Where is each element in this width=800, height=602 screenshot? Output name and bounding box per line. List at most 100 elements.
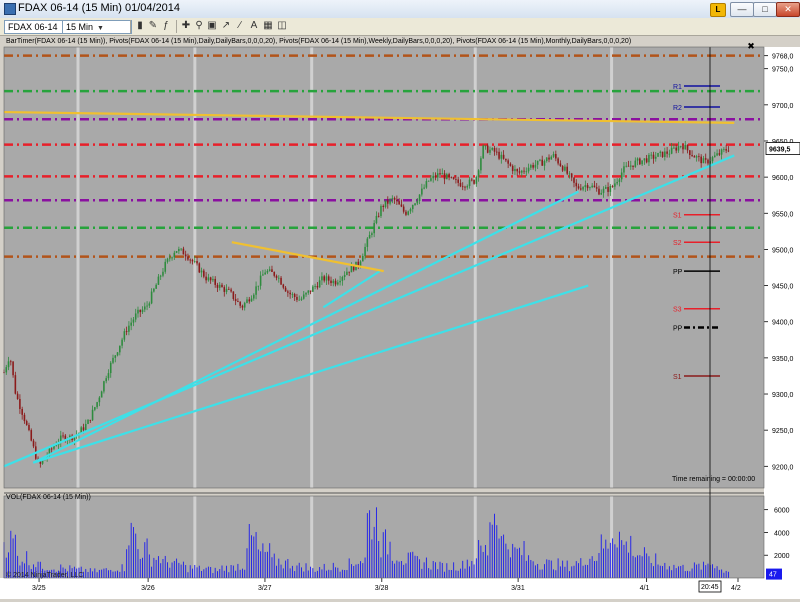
candle-body bbox=[525, 171, 528, 173]
candle-body bbox=[323, 276, 325, 281]
data-box-icon[interactable]: ◫ bbox=[276, 20, 288, 32]
minimize-button[interactable]: — bbox=[730, 2, 754, 17]
candle-body bbox=[141, 309, 144, 313]
session-separator bbox=[310, 47, 314, 488]
candle-body bbox=[423, 187, 425, 189]
candle-body bbox=[5, 367, 8, 373]
candle-body bbox=[203, 270, 205, 277]
candle-body bbox=[327, 276, 330, 281]
candle-body bbox=[450, 176, 453, 178]
session-separator bbox=[193, 47, 197, 488]
candle-body bbox=[243, 302, 246, 308]
candle-body bbox=[273, 271, 276, 276]
candle-body bbox=[498, 151, 500, 159]
candle-body bbox=[595, 187, 598, 189]
candle-body bbox=[604, 187, 607, 189]
candle-body bbox=[568, 173, 571, 175]
candle-body bbox=[561, 166, 564, 171]
candle-body bbox=[414, 203, 416, 206]
candle-body bbox=[214, 278, 216, 285]
candle-body bbox=[30, 430, 33, 441]
chart-toolbar: FDAX 06-14 15 Min ▼ ▮ ✎ ƒ ✚ ⚲ ▣ ↗ ∕ A ▦ ◫ bbox=[0, 18, 800, 36]
candle-body bbox=[614, 183, 616, 187]
candle-body bbox=[650, 154, 653, 156]
candle-body bbox=[720, 149, 723, 155]
interval-selector[interactable]: 15 Min ▼ bbox=[62, 20, 132, 34]
volume-tick-label: 4000 bbox=[774, 530, 790, 537]
candle-body bbox=[557, 158, 559, 164]
properties-icon[interactable]: ▣ bbox=[206, 20, 218, 32]
candle-body bbox=[491, 148, 494, 150]
candle-body bbox=[305, 292, 307, 295]
candle-body bbox=[309, 290, 312, 292]
candle-body bbox=[386, 200, 389, 204]
candle-body bbox=[400, 204, 403, 207]
maximize-button[interactable]: □ bbox=[753, 2, 777, 17]
candle bbox=[657, 152, 659, 157]
candle-body bbox=[670, 147, 673, 154]
candle-body bbox=[573, 177, 575, 183]
candle-body bbox=[109, 362, 112, 374]
pivot-label: S3 bbox=[673, 307, 682, 314]
candle-body bbox=[484, 145, 487, 147]
date-tick-label: 3/31 bbox=[511, 585, 525, 592]
candle-body bbox=[343, 274, 346, 277]
chart-area[interactable]: R1R2S1S2PPS3PPS19768,09750,09700,09650,0… bbox=[0, 35, 800, 599]
candle-body bbox=[432, 175, 435, 179]
candle bbox=[30, 428, 33, 442]
candle-body bbox=[19, 398, 21, 409]
candle-body bbox=[654, 156, 657, 159]
candle-body bbox=[564, 166, 566, 171]
candle-body bbox=[607, 187, 609, 192]
session-separator bbox=[610, 47, 614, 488]
candle-body bbox=[634, 160, 637, 167]
candle-body bbox=[600, 192, 603, 195]
candle-body bbox=[430, 178, 432, 181]
candle-body bbox=[187, 256, 189, 260]
line-tool-icon[interactable]: ∕ bbox=[234, 20, 246, 32]
price-tick-label: 9250,0 bbox=[772, 428, 794, 435]
last-volume-label: 47 bbox=[769, 572, 777, 579]
text-tool-icon[interactable]: A bbox=[248, 20, 260, 32]
candle-body bbox=[641, 160, 643, 165]
candle-body bbox=[586, 185, 589, 189]
indicator-icon[interactable]: ƒ bbox=[160, 20, 172, 32]
candle-body bbox=[580, 188, 582, 190]
price-chart[interactable]: R1R2S1S2PPS3PPS19768,09750,09700,09650,0… bbox=[0, 35, 800, 599]
candle-body bbox=[321, 276, 323, 281]
candle-body bbox=[405, 211, 407, 215]
price-tick-label: 9300,0 bbox=[772, 392, 794, 399]
pencil-icon[interactable]: ✎ bbox=[147, 20, 159, 32]
candle-body bbox=[577, 186, 580, 189]
candle-body bbox=[695, 156, 698, 158]
candle-body bbox=[461, 186, 464, 188]
candle-body bbox=[221, 284, 223, 288]
candle-body bbox=[725, 149, 727, 151]
candle-body bbox=[228, 288, 230, 290]
candle-body bbox=[94, 407, 96, 410]
candle-body bbox=[296, 296, 298, 300]
candle-body bbox=[380, 205, 382, 217]
candle-body bbox=[486, 145, 489, 153]
candle-body bbox=[112, 357, 114, 363]
pivot-label: PP bbox=[673, 326, 683, 333]
candle-body bbox=[241, 305, 244, 308]
instrument-selector[interactable]: FDAX 06-14 bbox=[4, 20, 64, 34]
zoom-icon[interactable]: ⚲ bbox=[193, 20, 205, 32]
candle-body bbox=[552, 154, 555, 157]
bar-chart-icon[interactable]: ▮ bbox=[134, 20, 146, 32]
template-icon[interactable]: ▦ bbox=[262, 20, 274, 32]
close-panel-icon[interactable]: ✖ bbox=[746, 41, 756, 51]
close-button[interactable]: ✕ bbox=[776, 2, 800, 17]
candle-body bbox=[346, 271, 348, 275]
candle-body bbox=[518, 171, 521, 173]
pivot-label: PP bbox=[673, 269, 683, 276]
candle-body bbox=[293, 294, 296, 297]
drawing-tools-icon[interactable]: ↗ bbox=[220, 20, 232, 32]
candle-body bbox=[330, 280, 332, 284]
candle-body bbox=[316, 286, 319, 288]
crosshair-icon[interactable]: ✚ bbox=[180, 20, 192, 32]
candle-body bbox=[548, 157, 550, 160]
candle-body bbox=[128, 325, 130, 332]
candle-body bbox=[207, 277, 210, 281]
